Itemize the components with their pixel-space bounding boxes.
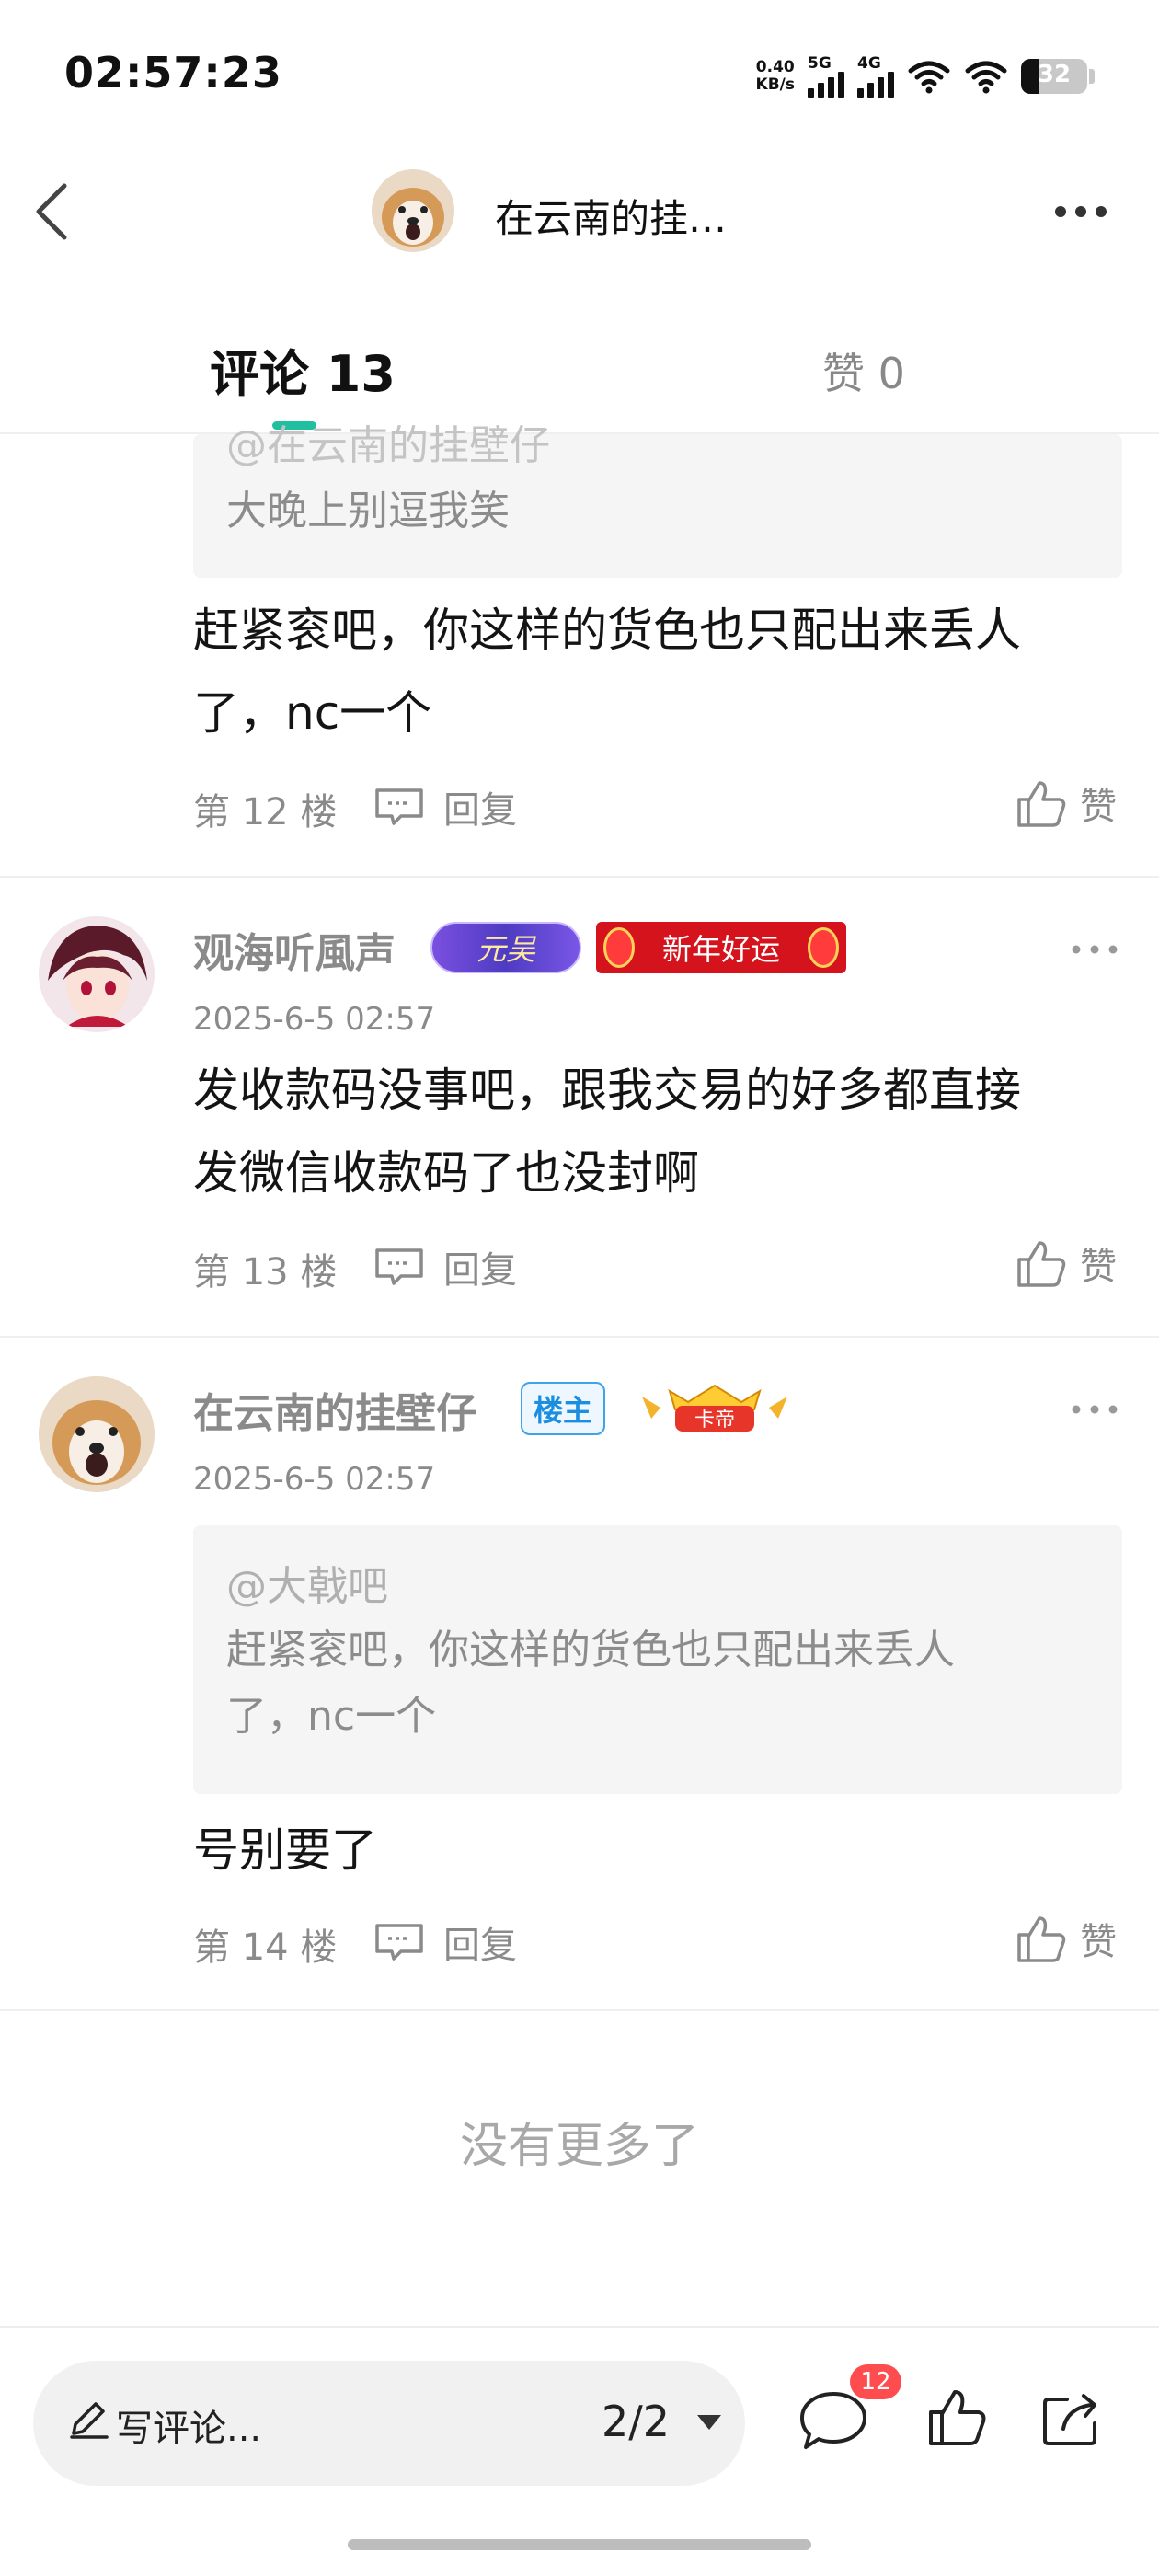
signal-4g-icon: 4G [857,53,894,98]
thumbs-up-icon [1017,781,1066,827]
wifi-icon [908,61,950,94]
reply-button[interactable]: 回复 [373,780,517,834]
like-button[interactable]: 赞 [1016,1236,1117,1290]
tab-likes[interactable]: 赞 0 [822,340,905,401]
comment-content: 号别要了 [193,1823,377,1877]
username[interactable]: 观海听風声 [193,920,396,979]
status-time: 02:57:23 [64,48,282,98]
reply-icon [375,1924,423,1961]
thumbs-up-icon [1017,1916,1066,1962]
sim1-label: 5G [808,53,832,73]
quote-mention: @在云南的挂壁仔 [226,422,550,469]
quote-mention: @大戟吧 [226,1563,388,1610]
sim2-label: 4G [857,53,881,73]
username[interactable]: 在云南的挂壁仔 [193,1380,476,1439]
user-avatar[interactable] [39,916,155,1032]
comment-content: 了，nc一个 [193,686,432,740]
quote-text: 了，nc一个 [226,1693,437,1740]
comment-time: 2025-6-5 02:57 [193,1461,436,1498]
badge-thread-owner: 楼主 [521,1382,606,1435]
floor-number: 第 12 楼 [193,791,338,834]
page-indicator[interactable]: 2/2 [602,2397,670,2446]
bottom-bar-divider [0,2326,1159,2328]
badge-kadi: 卡帝 [633,1382,797,1433]
badge-newyear: 新年好运 [596,922,846,973]
comment-divider [0,876,1159,878]
reply-button[interactable]: 回复 [373,1240,517,1294]
reply-label: 回复 [443,1249,517,1292]
no-more-text: 没有更多了 [459,2119,699,2174]
comment-count-badge: 12 [850,2364,901,2399]
header-title: 在云南的挂… [495,196,728,241]
battery-level: 32 [1037,61,1072,88]
user-avatar[interactable] [39,1376,155,1492]
reply-icon [375,1248,423,1285]
badge-yuan-label: 元吴 [476,932,535,967]
floor-number: 第 13 楼 [193,1251,338,1294]
quote-box: @大戟吧 赶紧衮吧，你这样的货色也只配出来丢人 了，nc一个 [193,1525,1122,1794]
home-indicator[interactable] [348,2539,811,2550]
more-options-icon[interactable] [1049,193,1113,230]
comment-content: 发微信收款码了也没封啊 [193,1146,699,1200]
floor-number: 第 14 楼 [193,1926,338,1969]
comment-divider [0,1336,1159,1338]
battery-nub [1089,69,1095,84]
reply-label: 回复 [443,1925,517,1967]
badge-kadi-label: 卡帝 [694,1409,735,1432]
crown-badge-icon: 卡帝 [642,1384,787,1432]
reply-icon [375,788,423,825]
lantern-icon [603,927,635,968]
wifi-icon [965,61,1007,94]
thumbs-up-icon [1017,1241,1066,1287]
like-button[interactable]: 赞 [1016,1912,1117,1965]
quote-text: 大晚上别逗我笑 [226,488,510,535]
share-icon[interactable] [1039,2388,1104,2449]
back-button[interactable] [24,175,79,248]
comment-divider [0,2009,1159,2011]
net-speed-value: 0.40 [755,58,795,76]
status-icons: 0.40 KB/s 5G 4G 32 [756,53,1095,99]
comment-icon[interactable] [798,2388,868,2453]
signal-5g-icon: 5G [808,53,844,98]
comment-more-icon[interactable] [1067,1400,1122,1419]
thumbs-up-icon[interactable] [927,2386,988,2449]
pencil-icon [70,2402,109,2439]
tab-comments[interactable]: 评论 13 [210,333,396,406]
quote-box: @在云南的挂壁仔 大晚上别逗我笑 [193,422,1122,578]
comment-content: 赶紧衮吧，你这样的货色也只配出来丢人 [193,604,1021,657]
comment-content: 发收款码没事吧，跟我交易的好多都直接 [193,1064,1021,1117]
comment-more-icon[interactable] [1067,940,1122,959]
like-button[interactable]: 赞 [1016,776,1117,830]
net-speed-unit: KB/s [755,75,795,94]
badge-newyear-label: 新年好运 [661,932,780,967]
comment-time: 2025-6-5 02:57 [193,1001,436,1038]
caret-down-icon[interactable] [695,2412,723,2432]
header-avatar[interactable] [372,169,454,252]
battery-icon: 32 [1021,59,1087,94]
reply-button[interactable]: 回复 [373,1915,517,1969]
lantern-icon [808,927,839,968]
quote-text: 赶紧衮吧，你这样的货色也只配出来丢人 [226,1627,955,1673]
badge-yuan: 元吴 [430,922,581,973]
like-label: 赞 [1080,1921,1117,1963]
reply-label: 回复 [443,789,517,832]
like-label: 赞 [1080,1246,1117,1288]
net-speed: 0.40 KB/s [756,59,795,94]
compose-placeholder[interactable]: 写评论... [116,2398,261,2452]
like-label: 赞 [1080,786,1117,828]
